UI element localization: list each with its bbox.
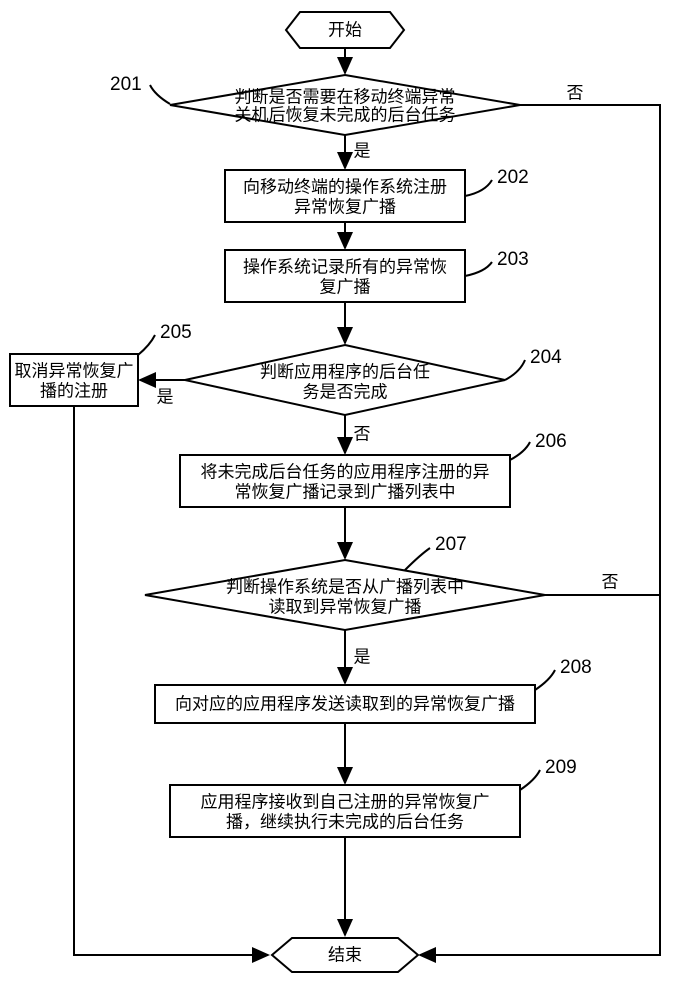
process-208: 向对应的应用程序发送读取到的异常恢复广播 <box>155 685 535 723</box>
svg-text:读取到异常恢复广播: 读取到异常恢复广播 <box>269 597 422 616</box>
label-connector <box>520 770 540 790</box>
label-201: 201 <box>110 74 142 95</box>
start-node: 开始 <box>286 12 404 48</box>
edge-no: 否 <box>354 424 371 443</box>
svg-text:向移动终端的操作系统注册: 向移动终端的操作系统注册 <box>243 177 447 196</box>
edge-no: 否 <box>602 572 619 591</box>
svg-text:异常恢复广播: 异常恢复广播 <box>294 197 396 216</box>
svg-text:判断操作系统是否从广播列表中: 判断操作系统是否从广播列表中 <box>226 577 464 596</box>
edge-yes: 是 <box>157 387 174 406</box>
svg-text:判断应用程序的后台任: 判断应用程序的后台任 <box>260 362 430 381</box>
label-203: 203 <box>497 249 529 270</box>
decision-204: 判断应用程序的后台任 务是否完成 <box>185 345 505 415</box>
process-203: 操作系统记录所有的异常恢 复广播 <box>225 250 465 302</box>
svg-text:复广播: 复广播 <box>320 277 371 296</box>
label-204: 204 <box>530 347 562 368</box>
svg-text:常恢复广播记录到广播列表中: 常恢复广播记录到广播列表中 <box>235 482 456 501</box>
end-node: 结束 <box>272 938 418 972</box>
svg-text:取消异常恢复广: 取消异常恢复广 <box>15 361 134 380</box>
label-connector <box>150 85 170 104</box>
label-connector <box>465 180 492 196</box>
decision-207: 判断操作系统是否从广播列表中 读取到异常恢复广播 <box>145 560 545 630</box>
label-206: 206 <box>535 431 567 452</box>
svg-text:关机后恢复未完成的后台任务: 关机后恢复未完成的后台任务 <box>235 105 456 124</box>
label-connector <box>138 335 155 355</box>
label-208: 208 <box>560 657 592 678</box>
svg-text:操作系统记录所有的异常恢: 操作系统记录所有的异常恢 <box>243 257 447 276</box>
label-connector <box>505 360 525 380</box>
svg-text:务是否完成: 务是否完成 <box>303 382 388 401</box>
process-206: 将未完成后台任务的应用程序注册的异 常恢复广播记录到广播列表中 <box>180 455 510 507</box>
label-207: 207 <box>435 534 467 555</box>
label-connector <box>510 442 530 460</box>
svg-text:应用程序接收到自己注册的异常恢复广: 应用程序接收到自己注册的异常恢复广 <box>201 792 490 811</box>
svg-text:播，继续执行未完成的后台任务: 播，继续执行未完成的后台任务 <box>226 812 464 831</box>
label-connector <box>465 262 492 276</box>
process-205: 取消异常恢复广 播的注册 <box>10 354 138 406</box>
process-209: 应用程序接收到自己注册的异常恢复广 播，继续执行未完成的后台任务 <box>170 785 520 837</box>
end-text: 结束 <box>328 945 362 964</box>
svg-text:将未完成后台任务的应用程序注册的异: 将未完成后台任务的应用程序注册的异 <box>201 462 490 481</box>
label-connector <box>535 670 555 690</box>
label-209: 209 <box>545 757 577 778</box>
process-202: 向移动终端的操作系统注册 异常恢复广播 <box>225 170 465 222</box>
svg-text:判断是否需要在移动终端异常: 判断是否需要在移动终端异常 <box>235 87 456 106</box>
edge-no: 否 <box>567 83 584 102</box>
label-202: 202 <box>497 167 529 188</box>
edge-yes: 是 <box>354 141 371 160</box>
flowchart: 开始 判断是否需要在移动终端异常 关机后恢复未完成的后台任务 201 是 否 向… <box>0 0 699 1000</box>
svg-text:向对应的应用程序发送读取到的异常恢复广播: 向对应的应用程序发送读取到的异常恢复广播 <box>175 694 515 713</box>
start-text: 开始 <box>328 20 362 39</box>
decision-201: 判断是否需要在移动终端异常 关机后恢复未完成的后台任务 <box>170 75 520 135</box>
label-connector <box>405 548 430 570</box>
label-205: 205 <box>160 322 192 343</box>
svg-text:播的注册: 播的注册 <box>40 381 108 400</box>
edge-yes: 是 <box>354 647 371 666</box>
